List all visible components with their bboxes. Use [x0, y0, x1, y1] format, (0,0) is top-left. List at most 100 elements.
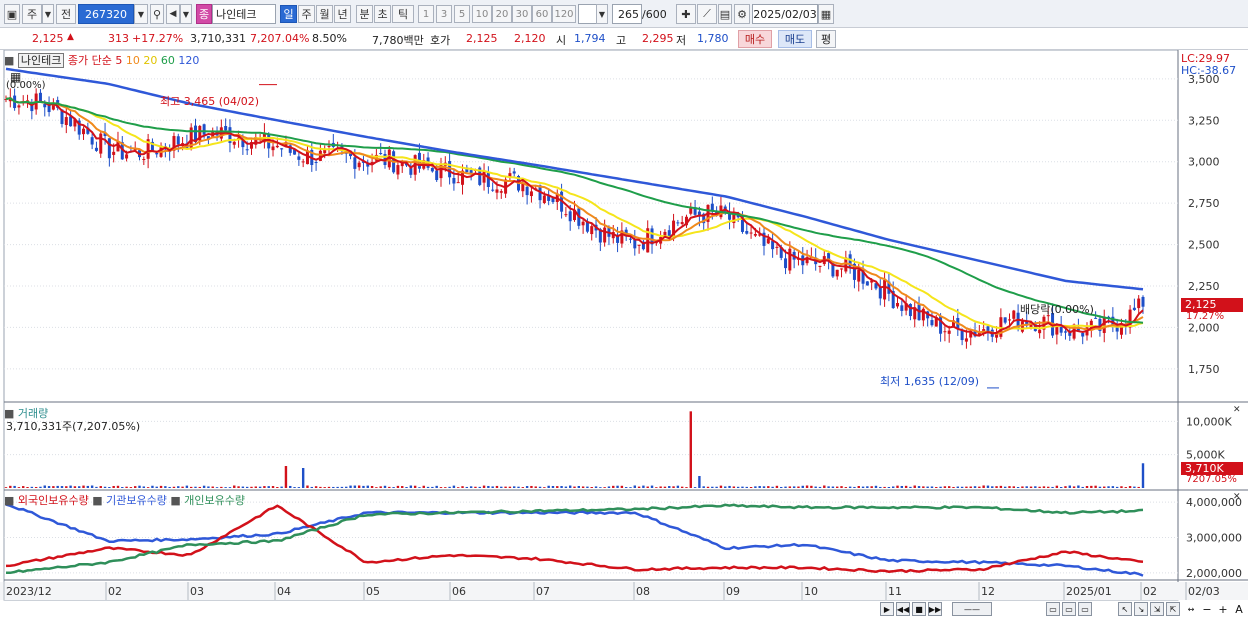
chevron-down-icon[interactable]: ▼: [134, 4, 148, 24]
chevron-down-icon[interactable]: ▼: [596, 4, 608, 24]
candle-body: [964, 338, 968, 342]
period-day-button[interactable]: 일: [280, 5, 297, 23]
chevron-down-icon[interactable]: ▼: [42, 4, 54, 24]
forward-icon[interactable]: ▶▶: [928, 602, 942, 616]
volume-bar: [978, 486, 981, 488]
close-icon[interactable]: ✕: [1233, 405, 1241, 415]
scroll-right-icon[interactable]: ▶: [880, 602, 894, 616]
volume-bar: [142, 486, 146, 488]
x-tick-label: 12: [981, 585, 995, 598]
volume-bar: [797, 486, 800, 488]
volume-bar: [194, 486, 197, 488]
count-5-button[interactable]: 5: [454, 5, 470, 23]
candle-body: [857, 269, 861, 282]
arrow-icon[interactable]: ⇱: [1166, 602, 1180, 616]
plus-icon[interactable]: +: [1216, 602, 1230, 616]
count-20-button[interactable]: 20: [492, 5, 512, 23]
window-icon[interactable]: ▭: [1062, 602, 1076, 616]
count-3-button[interactable]: 3: [436, 5, 452, 23]
x-tick-label: 02: [108, 585, 122, 598]
stock-code-input[interactable]: 267320: [78, 4, 134, 24]
candle-body: [939, 315, 943, 334]
volume-bar: [134, 486, 137, 488]
volume-bar: [728, 485, 731, 488]
table-icon[interactable]: ▦: [10, 70, 21, 84]
volume-bar: [1094, 485, 1097, 488]
period-second-button[interactable]: 초: [374, 5, 391, 23]
gear-icon[interactable]: ⚙: [734, 4, 750, 24]
volume-bar: [637, 486, 641, 488]
count-60-button[interactable]: 60: [532, 5, 552, 23]
period-year-button[interactable]: 년: [334, 5, 351, 23]
volume-bar: [650, 485, 654, 488]
volume-bar: [125, 486, 128, 488]
volume-bar: [758, 486, 761, 488]
quote-amount: 7,780백만: [372, 34, 424, 47]
sell-button[interactable]: 매도: [778, 30, 812, 48]
candle-body: [900, 305, 904, 311]
calendar-icon[interactable]: ▦: [818, 4, 834, 24]
volume-bar: [517, 486, 520, 488]
x-tick-label: 09: [726, 585, 740, 598]
text-icon[interactable]: A: [1232, 602, 1246, 616]
period-minute-button[interactable]: 분: [356, 5, 373, 23]
window-icon[interactable]: ▭: [1078, 602, 1092, 616]
date-input[interactable]: 2025/02/03: [752, 4, 818, 24]
arrow-icon[interactable]: ↖: [1118, 602, 1132, 616]
volume-bar: [431, 486, 434, 488]
minus-icon[interactable]: −: [1200, 602, 1214, 616]
rewind-icon[interactable]: ◀◀: [896, 602, 910, 616]
stock-chart[interactable]: 3,5003,2503,0002,7502,5002,2502,0001,750…: [0, 50, 1248, 621]
speaker-icon[interactable]: ◀: [166, 4, 180, 24]
arrow-icon[interactable]: ↘: [1134, 602, 1148, 616]
volume-bar: [366, 485, 369, 488]
quote-volume-pct: 7,207.04%: [250, 32, 310, 45]
zoom-out-icon[interactable]: ↔: [1184, 602, 1198, 616]
line-tool-icon[interactable]: ⟋: [697, 4, 717, 24]
save-icon[interactable]: ▤: [718, 4, 732, 24]
stop-icon[interactable]: ■: [912, 602, 926, 616]
period-week-button[interactable]: 주: [298, 5, 315, 23]
volume-bar: [69, 485, 72, 488]
volume-bar: [612, 485, 615, 488]
legend-individual: 개인보유수량: [184, 494, 246, 507]
count-10-button[interactable]: 10: [472, 5, 492, 23]
buy-button[interactable]: 매수: [738, 30, 772, 48]
search-icon[interactable]: ⚲: [150, 4, 164, 24]
period-month-button[interactable]: 월: [316, 5, 333, 23]
price-panel-title[interactable]: 나인테크: [17, 53, 65, 68]
x-axis-strip: [0, 582, 1248, 600]
close-icon[interactable]: ✕: [1233, 492, 1241, 502]
volume-bar: [857, 486, 860, 488]
volume-bar: [616, 485, 619, 488]
crosshair-icon[interactable]: ✚: [676, 4, 696, 24]
count-120-button[interactable]: 120: [552, 5, 576, 23]
eval-button[interactable]: 평: [816, 30, 836, 48]
period-prefix[interactable]: 주: [22, 4, 42, 24]
count-30-button[interactable]: 30: [512, 5, 532, 23]
volume-bar: [956, 486, 960, 488]
stock-name-field[interactable]: 나인테크: [212, 4, 276, 24]
open-value: 1,794: [574, 32, 606, 45]
volume-bar: [448, 486, 451, 488]
current-price-tag: 2,125: [1181, 298, 1243, 312]
window-icon[interactable]: ▭: [1046, 602, 1060, 616]
arrow-icon[interactable]: ⇲: [1150, 602, 1164, 616]
y-tick-label: 2,250: [1188, 280, 1220, 293]
period-tick-button[interactable]: 틱: [392, 5, 414, 23]
zoom-slider[interactable]: ——: [952, 602, 992, 616]
count-1-button[interactable]: 1: [418, 5, 434, 23]
volume-bar: [237, 486, 240, 488]
high-annotation: 최고 3,465 (04/02): [160, 95, 260, 108]
volume-bar: [457, 487, 460, 488]
ma60-label: 60: [160, 54, 175, 67]
volume-bar: [1051, 486, 1054, 488]
layout-icon[interactable]: ▣: [4, 4, 20, 24]
jeon-button[interactable]: 전: [56, 4, 76, 24]
dividend-annotation: 배당락(0.00%): [1020, 303, 1094, 316]
volume-bar: [43, 485, 46, 488]
count-input[interactable]: 265: [612, 4, 642, 24]
volume-bar: [73, 486, 77, 488]
volume-bar: [280, 486, 283, 488]
chevron-down-icon[interactable]: ▼: [180, 4, 192, 24]
